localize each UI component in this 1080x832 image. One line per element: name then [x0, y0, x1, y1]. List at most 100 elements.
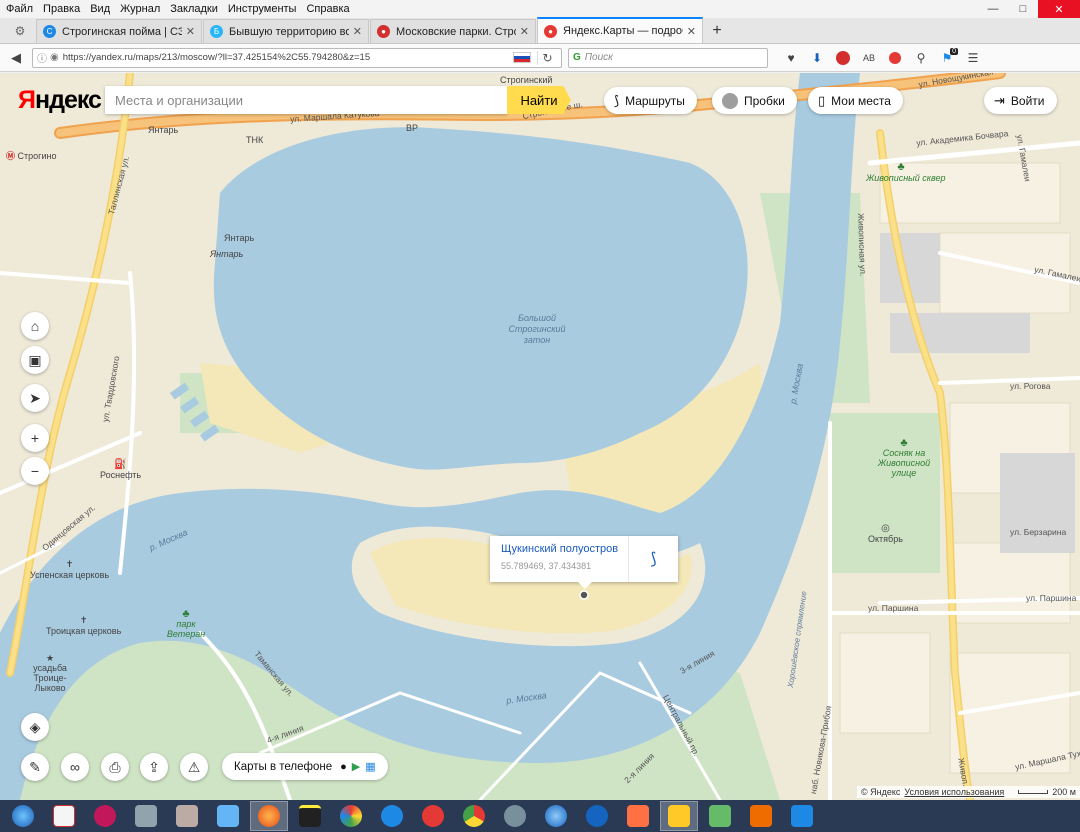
taskbar-app-2-icon[interactable] — [86, 801, 124, 831]
tnk-label[interactable]: ТНК — [246, 135, 263, 145]
back-icon[interactable]: ◀ — [4, 47, 28, 69]
taskbar-app-11-icon[interactable] — [742, 801, 780, 831]
taskbar-ie-icon[interactable] — [373, 801, 411, 831]
taskbar-app-7-icon[interactable] — [496, 801, 534, 831]
share-button[interactable]: ⇪ — [140, 753, 168, 781]
menu-file[interactable]: Файл — [6, 3, 33, 15]
search-input[interactable]: G Поиск — [568, 47, 768, 68]
rosneft-label[interactable]: ⛽ Роснефть — [100, 459, 141, 480]
menu-bookmarks[interactable]: Закладки — [170, 3, 218, 15]
home-button[interactable]: ⌂ — [21, 312, 49, 340]
maximize-button[interactable]: □ — [1008, 0, 1038, 18]
minimize-button[interactable]: — — [978, 0, 1008, 18]
yandex-logo[interactable]: Яндекс — [18, 86, 102, 115]
zhivopisny-skver-label[interactable]: ♣ Живописный сквер — [866, 161, 946, 183]
close-button[interactable]: ✕ — [1038, 0, 1080, 18]
taskbar-globe-icon[interactable] — [537, 801, 575, 831]
sosnyak-label[interactable]: ♣ Сосняк на Живописной улице — [868, 438, 940, 479]
puzzle-icon[interactable]: ⚲ — [908, 47, 934, 69]
tab-favicon-icon: Б — [210, 25, 223, 38]
print-button[interactable]: ⎙ — [101, 753, 129, 781]
layers-button[interactable]: ◈ — [21, 713, 49, 741]
metro-label[interactable]: Ⓜ Строгино — [6, 149, 56, 162]
street-zhivopisnaya: Живописная ул. — [856, 213, 869, 277]
taskbar-app-3-icon[interactable] — [127, 801, 165, 831]
info-icon[interactable]: ⓘ — [37, 50, 47, 65]
taskbar-app-1-icon[interactable] — [45, 801, 83, 831]
taskbar-explorer-icon[interactable] — [660, 801, 698, 831]
url-bar[interactable]: ⓘ ◉ https://yandex.ru/maps/213/moscow/?l… — [32, 47, 562, 68]
tracking-shield-icon[interactable]: ◉ — [50, 52, 59, 63]
star-icon: ★ — [45, 653, 55, 663]
reload-icon[interactable]: ↻ — [537, 50, 557, 65]
my-places-button[interactable]: ▯ Мои места — [808, 87, 903, 114]
geolocation-button[interactable]: ➤ — [21, 384, 49, 412]
panorama-button[interactable]: ∞ — [61, 753, 89, 781]
taskbar-app-8-icon[interactable] — [578, 801, 616, 831]
url-text[interactable]: https://yandex.ru/maps/213/moscow/?ll=37… — [63, 52, 507, 63]
pocket-icon[interactable]: ♥ — [778, 47, 804, 69]
place-balloon[interactable]: Щукинский полуостров 55.789469, 37.43438… — [490, 536, 678, 589]
taskbar-app-5-icon[interactable] — [291, 801, 329, 831]
route-icon: ⟆ — [614, 92, 620, 108]
terms-link[interactable]: Условия использования — [904, 787, 1004, 797]
tab-close-icon[interactable]: ✕ — [353, 25, 362, 38]
balloon-route-button[interactable]: ⟆ — [628, 536, 678, 582]
troitskaya-label[interactable]: ✝ Троицкая церковь — [46, 615, 121, 636]
traffic-button[interactable]: Пробки — [712, 87, 797, 114]
taskbar-firefox-icon[interactable] — [250, 801, 288, 831]
taskbar-calculator-icon[interactable] — [209, 801, 247, 831]
menu-view[interactable]: Вид — [90, 3, 110, 15]
tab-close-icon[interactable]: ✕ — [687, 25, 696, 38]
tab-close-icon[interactable]: ✕ — [186, 25, 195, 38]
zoom-out-button[interactable]: − — [21, 457, 49, 485]
uspenskaya-label[interactable]: ✝ Успенская церковь — [30, 559, 109, 580]
taskbar-app-12-icon[interactable] — [783, 801, 821, 831]
yantar-top-label[interactable]: Янтарь — [148, 125, 178, 135]
new-tab-icon[interactable]: + — [704, 19, 730, 43]
menu-edit[interactable]: Правка — [43, 3, 80, 15]
places-search-input[interactable]: Места и организации — [105, 86, 507, 114]
briefcase-button[interactable]: ▣ — [21, 346, 49, 374]
zoom-in-button[interactable]: + — [21, 424, 49, 452]
login-button[interactable]: ⇥ Войти — [984, 87, 1057, 114]
yantar-label[interactable]: Янтарь — [210, 249, 243, 259]
taskbar-app-10-icon[interactable] — [701, 801, 739, 831]
search-engine-icon[interactable]: G — [573, 52, 581, 63]
maps-in-phone-button[interactable]: Карты в телефоне ● ▶ ▦ — [222, 753, 388, 780]
taskbar-chrome-icon[interactable] — [455, 801, 493, 831]
tab-3[interactable]: ● Московские парки. Стро... ✕ — [370, 19, 536, 43]
balloon-title[interactable]: Щукинский полуостров — [501, 543, 628, 555]
taskbar-app-9-icon[interactable] — [619, 801, 657, 831]
tab-groups-icon[interactable]: ⚙ — [4, 19, 36, 43]
ruler-button[interactable]: ✎ — [21, 753, 49, 781]
taskbar-opera-icon[interactable] — [414, 801, 452, 831]
route-icon: ⟆ — [650, 551, 657, 568]
find-button[interactable]: Найти — [507, 86, 571, 114]
menu-history[interactable]: Журнал — [120, 3, 160, 15]
map-viewport[interactable]: Ⓜ Строгино Строгинский Янтарь ТНК BP ул.… — [0, 73, 1080, 800]
tab-close-icon[interactable]: ✕ — [520, 25, 529, 38]
bp-label[interactable]: BP — [406, 123, 418, 133]
menu-tools[interactable]: Инструменты — [228, 3, 297, 15]
routes-button[interactable]: ⟆ Маршруты — [604, 87, 697, 114]
street-rogova: ул. Рогова — [1010, 381, 1051, 391]
notification-icon[interactable]: ⚑ 0 — [934, 47, 960, 69]
taskbar-app-6-icon[interactable] — [332, 801, 370, 831]
tab-2[interactable]: Б Бывшую территорию во... ✕ — [203, 19, 369, 43]
adblock-icon[interactable] — [830, 47, 856, 69]
menu-hamburger-icon[interactable]: ☰ — [960, 47, 986, 69]
ab-label[interactable]: AB — [856, 47, 882, 69]
taskbar-app-4-icon[interactable] — [168, 801, 206, 831]
oktyabr-label[interactable]: ◎ Октябрь — [868, 523, 903, 544]
start-button[interactable] — [4, 801, 42, 831]
download-icon[interactable]: ⬇ — [804, 47, 830, 69]
report-button[interactable]: ⚠ — [180, 753, 208, 781]
menu-help[interactable]: Справка — [306, 3, 349, 15]
park-veteran-label[interactable]: ♣ парк Ветеран — [164, 609, 208, 640]
usadba-label[interactable]: ★ усадьба Троице-Лыково — [20, 653, 80, 693]
yantar-mid-label[interactable]: Янтарь — [224, 233, 254, 243]
tab-4[interactable]: ● Яндекс.Карты — подроб... ✕ — [537, 17, 703, 43]
extension-icon[interactable] — [882, 47, 908, 69]
tab-1[interactable]: С Строгинская пойма | СЗ... ✕ — [36, 19, 202, 43]
